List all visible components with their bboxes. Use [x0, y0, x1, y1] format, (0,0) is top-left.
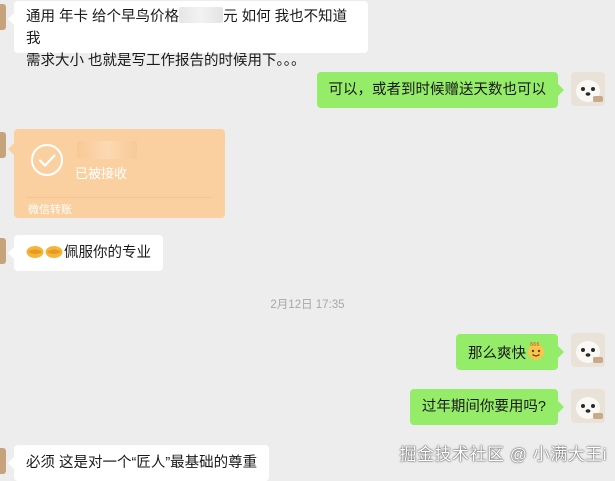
my-avatar[interactable] — [571, 333, 605, 367]
transfer-footer-label: 微信转账 — [28, 204, 72, 216]
contact-avatar[interactable] — [0, 238, 6, 264]
contact-avatar[interactable] — [0, 4, 6, 30]
message-bubble-incoming[interactable]: 通用 年卡 给个早鸟价格元 如何 我也不知道我 需求大小 也就是写工作报告的时候… — [8, 1, 368, 69]
handshake-icon — [26, 246, 63, 258]
my-avatar[interactable] — [571, 72, 605, 106]
message-bubble-outgoing[interactable]: 过年期间你要用吗? — [409, 389, 565, 425]
message-bubble-outgoing[interactable]: 那么爽快 666 — [456, 334, 564, 370]
timestamp: 2月12日 17:35 — [270, 299, 345, 311]
dog-avatar-icon — [571, 333, 605, 367]
chat-area: 通用 年卡 给个早鸟价格元 如何 我也不知道我 需求大小 也就是写工作报告的时候… — [0, 0, 615, 481]
contact-avatar[interactable] — [0, 448, 6, 474]
contact-avatar[interactable] — [0, 132, 6, 158]
message-bubble-outgoing[interactable]: 可以，或者到时候赠送天数也可以 — [316, 72, 564, 108]
dog-avatar-icon — [571, 389, 605, 423]
check-circle-icon — [31, 144, 63, 176]
transfer-status: 已被接收 — [75, 166, 128, 181]
wechat-transfer-card[interactable]: 已被接收 微信转账 — [8, 129, 225, 218]
message-text: 佩服你的专业 — [64, 245, 151, 261]
message-text: 那么爽快 — [468, 346, 526, 362]
message-text: 需求大小 也就是写工作报告的时候用下。。。 — [26, 53, 306, 69]
my-avatar[interactable] — [571, 389, 605, 423]
message-bubble-incoming[interactable]: 佩服你的专业 — [8, 235, 163, 271]
message-text: 必须 这是对一个“匠人”最基础的尊重 — [26, 455, 258, 471]
dog-avatar-icon — [571, 72, 605, 106]
redacted-price — [179, 7, 224, 23]
redacted-amount — [77, 141, 137, 159]
message-bubble-incoming[interactable]: 必须 这是对一个“匠人”最基础的尊重 — [7, 445, 270, 481]
message-text: 通用 年卡 给个早鸟价格 — [26, 9, 180, 25]
divider — [26, 197, 213, 198]
666-emoji-icon: 666 — [528, 342, 544, 360]
svg-text:666: 666 — [530, 342, 540, 348]
watermark: 掘金技术社区 @ 小满大王i — [399, 445, 607, 464]
message-text: 可以，或者到时候赠送天数也可以 — [328, 82, 547, 98]
message-text: 过年期间你要用吗? — [421, 399, 546, 415]
